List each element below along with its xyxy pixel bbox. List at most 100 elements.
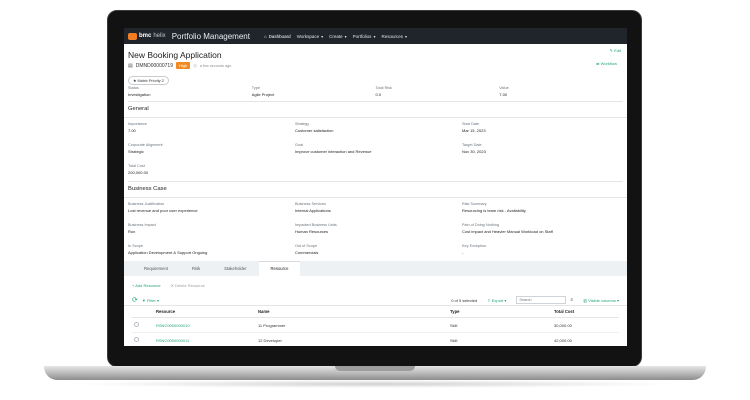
resource-name: 11 Programmer bbox=[256, 317, 448, 333]
tab-resource[interactable]: Resource bbox=[258, 261, 301, 276]
field-value: Internal Applications bbox=[295, 208, 331, 213]
resource-name: 12 Developer bbox=[256, 332, 448, 346]
field-strategy: Strategy Customer satisfaction bbox=[295, 122, 462, 136]
field-label: Corporate Alignment bbox=[128, 143, 163, 147]
field-label: Business Impact bbox=[128, 223, 156, 227]
field-goal: Goal Improve customer interaction and Rev… bbox=[295, 143, 462, 157]
column-header-type[interactable]: Type bbox=[448, 306, 552, 318]
general-fields: Importance 7.00 Strategy Customer satisfac… bbox=[128, 118, 623, 178]
field-risk-summary: Risk Summary Resourcing is team risk - Av… bbox=[462, 202, 627, 216]
nav-item-label: Workspace bbox=[296, 33, 320, 39]
section-heading: Business Case bbox=[124, 182, 627, 198]
field-in-scope: In Scope Application Development & Suppor… bbox=[128, 244, 295, 258]
field-business-services: Business Services Internal Applications bbox=[295, 202, 462, 216]
nav-item-resources[interactable]: Resources ▾ bbox=[381, 34, 407, 39]
search-icon[interactable]: ⌕ bbox=[570, 297, 573, 303]
resource-actions: + Add Resource ✕ Delete Resource bbox=[124, 276, 627, 295]
filter-label: Filter bbox=[146, 297, 156, 303]
row-select-cell bbox=[132, 317, 154, 333]
field-value: Mar 15, 2023 bbox=[462, 128, 486, 133]
record-id-row: ▤ DMND00000719 High ◷ a few seconds ago bbox=[128, 62, 623, 69]
tab-stakeholder[interactable]: Stakeholder bbox=[212, 266, 258, 276]
general-section: General Importance 7.00 Strategy Customer … bbox=[124, 101, 627, 178]
nav-item-label: Create bbox=[329, 33, 343, 39]
nav-item-label: Portfolios bbox=[352, 33, 372, 39]
field-pain-of-doing-nothing: Pain of Doing Nothing Cost impact and Hea… bbox=[462, 223, 627, 237]
refresh-icon[interactable]: ⟳ bbox=[132, 296, 138, 304]
visible-columns-button[interactable]: ▥ Visible columns ▾ bbox=[583, 298, 619, 303]
row-checkbox[interactable] bbox=[134, 337, 139, 342]
columns-icon: ▥ bbox=[583, 297, 588, 303]
brand-name: bmc bbox=[139, 33, 152, 39]
filter-icon: ▼ bbox=[141, 297, 146, 303]
add-resource-button[interactable]: + Add Resource bbox=[132, 283, 161, 288]
field-total-cost: Total Cost 200,000.00 bbox=[128, 164, 295, 178]
column-header-resource[interactable]: Resource bbox=[154, 306, 256, 318]
workflow-button[interactable]: ⇄ Workflow bbox=[596, 61, 617, 66]
field-value: 7.00 bbox=[499, 92, 508, 97]
search-input[interactable] bbox=[516, 296, 567, 304]
laptop-screen: bmc helix Portfolio Management ⌂ Dashboa… bbox=[124, 28, 627, 346]
field-value: Nov 30, 2023 bbox=[462, 149, 486, 154]
column-header-name[interactable]: Name bbox=[256, 306, 448, 318]
matrix-priority-chip[interactable]: ★ Matrix Priority 2 bbox=[128, 76, 169, 85]
field-value: 7.00 bbox=[128, 128, 136, 133]
workflow-label: Workflow bbox=[600, 61, 617, 66]
nav-item-workspace[interactable]: Workspace ▾ bbox=[297, 34, 323, 39]
field-label: Key Exception bbox=[462, 244, 487, 248]
edit-button[interactable]: ✎ Edit bbox=[610, 48, 621, 53]
record-tabs: Requirement Risk Stakeholder Resource bbox=[124, 261, 627, 276]
resource-id-link[interactable]: RSNC0000000010 bbox=[154, 317, 256, 333]
field-value: 200,000.00 bbox=[128, 170, 149, 175]
export-button[interactable]: ⇪ Export ▾ bbox=[487, 298, 506, 303]
field-business-impact: Business Impact Run bbox=[128, 223, 295, 237]
top-navigation: bmc helix Portfolio Management ⌂ Dashboa… bbox=[124, 28, 627, 44]
column-header-total-cost[interactable]: Total Cost bbox=[552, 306, 619, 318]
field-label: Target Date bbox=[462, 143, 482, 147]
field-value: Run bbox=[128, 229, 136, 234]
visible-columns-label: Visible columns bbox=[588, 297, 616, 303]
nav-item-label: Dashboard bbox=[268, 33, 291, 39]
table-toolbar: ⟳ ▼ Filter ▾ 0 of 5 selected ⇪ Export ▾ … bbox=[124, 295, 627, 306]
summary-value: Value 7.00 bbox=[499, 86, 623, 97]
field-value: - bbox=[462, 250, 464, 255]
bmc-logo[interactable]: bmc helix bbox=[128, 32, 166, 40]
laptop-shadow bbox=[70, 380, 680, 388]
delete-resource-button[interactable]: ✕ Delete Resource bbox=[171, 283, 205, 288]
nav-item-create[interactable]: Create ▾ bbox=[329, 34, 347, 39]
business-case-fields: Business Justification Lost revenue and p… bbox=[128, 198, 623, 258]
field-label: Pain of Doing Nothing bbox=[462, 223, 499, 227]
tab-risk[interactable]: Risk bbox=[180, 266, 212, 276]
table-row: RSNC0000000011 12 Developer Skill 42,000… bbox=[132, 332, 619, 346]
tab-requirement[interactable]: Requirement bbox=[132, 266, 180, 276]
nav-item-portfolios[interactable]: Portfolios ▾ bbox=[353, 34, 376, 39]
filter-button[interactable]: ▼ Filter ▾ bbox=[142, 298, 159, 303]
page-title: New Booking Application bbox=[128, 50, 222, 60]
chevron-down-icon: ▾ bbox=[321, 33, 324, 39]
chevron-down-icon: ▾ bbox=[504, 297, 507, 303]
field-label: Impacted Business Units bbox=[295, 223, 337, 227]
chevron-down-icon: ▾ bbox=[344, 33, 347, 39]
updated-time: a few seconds ago bbox=[199, 63, 232, 68]
field-key-exception: Key Exception - bbox=[462, 244, 627, 258]
row-checkbox[interactable] bbox=[134, 322, 139, 327]
field-value: Cost impact and Heavier Manual Workload … bbox=[462, 229, 553, 234]
star-icon: ★ bbox=[133, 79, 137, 83]
app-title: Portfolio Management bbox=[171, 31, 250, 41]
nav-item-dashboard[interactable]: ⌂ Dashboard bbox=[264, 34, 291, 39]
field-label: Business Justification bbox=[128, 202, 165, 206]
field-out-of-scope: Out of Scope Commercials bbox=[295, 244, 462, 258]
chevron-down-icon: ▾ bbox=[373, 33, 376, 39]
laptop-base bbox=[44, 366, 706, 380]
field-value: 0.0 bbox=[375, 92, 382, 97]
resource-table: Resource Name Type Total Cost RSNC000000… bbox=[132, 306, 619, 346]
chevron-down-icon: ▾ bbox=[616, 297, 619, 303]
record-id: DMND00000719 bbox=[135, 62, 173, 69]
resource-id-link[interactable]: RSNC0000000011 bbox=[154, 332, 256, 346]
field-label: Business Services bbox=[295, 202, 327, 206]
field-value: Resourcing is team risk - Availability bbox=[462, 208, 526, 213]
resource-total-cost: 42,000.00 bbox=[552, 332, 619, 346]
field-value: Agile Project bbox=[251, 92, 275, 97]
clock-icon: ◷ bbox=[193, 63, 197, 68]
export-label: Export bbox=[491, 297, 504, 303]
